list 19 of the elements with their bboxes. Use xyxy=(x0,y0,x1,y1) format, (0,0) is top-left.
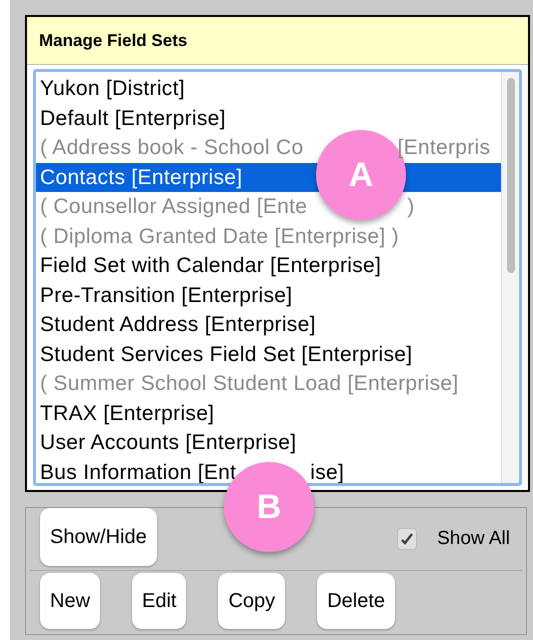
field-set-item[interactable]: User Accounts [Enterprise] xyxy=(36,428,501,458)
action-button[interactable]: Delete xyxy=(317,573,395,629)
show-all-label: Show All xyxy=(437,526,510,551)
field-set-item[interactable]: Pre-Transition [Enterprise] xyxy=(36,280,501,310)
field-set-item[interactable]: Student Services Field Set [Enterprise] xyxy=(36,340,501,369)
panel-title: Manage Field Sets xyxy=(27,17,528,65)
scrollbar[interactable] xyxy=(501,72,519,483)
field-set-item[interactable]: Field Set with Calendar [Enterprise] xyxy=(36,251,501,280)
field-set-list[interactable] xyxy=(33,69,522,486)
field-set-item[interactable]: Default [Enterprise] xyxy=(36,104,501,133)
action-button[interactable]: Copy xyxy=(218,573,286,629)
field-set-item[interactable]: TRAX [Enterprise] xyxy=(36,398,501,428)
checkmark-icon xyxy=(400,532,414,546)
show-hide-button[interactable]: Show/Hide xyxy=(40,508,157,566)
show-all-checkbox[interactable] xyxy=(397,528,418,550)
action-button[interactable]: New xyxy=(40,573,100,629)
field-set-item[interactable]: Yukon [District] xyxy=(36,74,501,104)
field-set-item[interactable]: Student Address [Enterprise] xyxy=(36,310,501,340)
action-button[interactable]: Edit xyxy=(132,573,186,629)
